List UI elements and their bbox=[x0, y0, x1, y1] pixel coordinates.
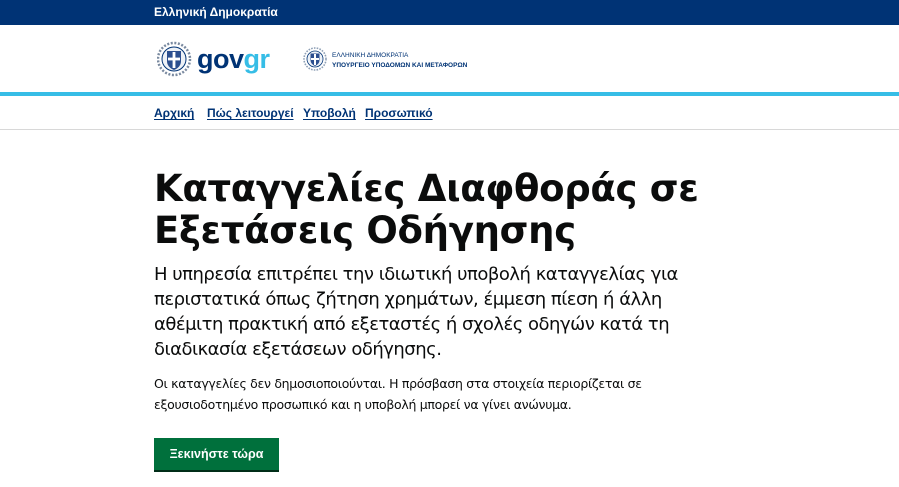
main-nav: Αρχική Πώς λειτουργεί Υποβολή Προσωπικό bbox=[0, 96, 899, 130]
start-now-button[interactable]: Ξεκινήστε τώρα bbox=[154, 438, 279, 472]
nav-item-staff[interactable]: Προσωπικό bbox=[365, 106, 433, 120]
greek-coat-of-arms-icon bbox=[303, 47, 327, 71]
privacy-note: Οι καταγγελίες δεν δημοσιοποιούνται. Η π… bbox=[154, 376, 642, 412]
ministry-line-2: ΥΠΟΥΡΓΕΙΟ ΥΠΟΔΟΜΩΝ ΚΑΙ ΜΕΤΑΦΟΡΩΝ bbox=[332, 62, 468, 69]
lead-paragraph: Η υπηρεσία επιτρέπει την ιδιωτική υποβολ… bbox=[154, 264, 678, 360]
nav-item-submit[interactable]: Υποβολή bbox=[303, 106, 356, 120]
logo-text-gr: gr bbox=[244, 44, 271, 74]
ministry-line-1: ΕΛΛΗΝΙΚΗ ΔΗΜΟΚΡΑΤΙΑ bbox=[332, 52, 409, 59]
govgr-logo[interactable]: govgr bbox=[157, 40, 287, 78]
nav-item-how-it-works[interactable]: Πώς λειτουργεί bbox=[207, 106, 294, 120]
nav-item-home[interactable]: Αρχική bbox=[154, 106, 194, 120]
top-bar: Ελληνική Δημοκρατία bbox=[0, 0, 899, 25]
greek-coat-of-arms-icon bbox=[157, 41, 192, 77]
logo-text-gov: gov bbox=[197, 44, 244, 74]
svg-text:govgr: govgr bbox=[197, 44, 271, 74]
ministry-logo[interactable]: ΕΛΛΗΝΙΚΗ ΔΗΜΟΚΡΑΤΙΑ ΥΠΟΥΡΓΕΙΟ ΥΠΟΔΟΜΩΝ Κ… bbox=[303, 46, 503, 74]
topbar-label: Ελληνική Δημοκρατία bbox=[154, 5, 278, 19]
page-title: Καταγγελίες Διαφθοράς σε Εξετάσεις Οδήγη… bbox=[154, 167, 699, 252]
